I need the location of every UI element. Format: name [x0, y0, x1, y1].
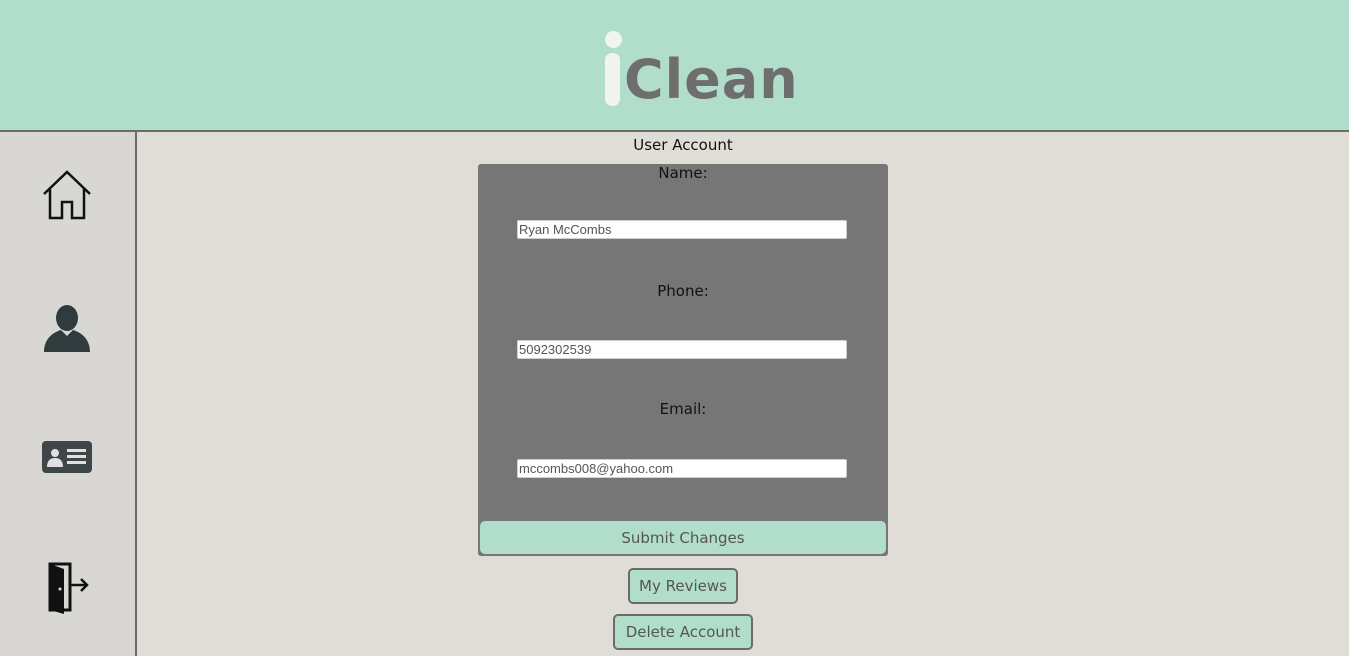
account-form: Name: Phone: Email: Submit Changes [478, 164, 888, 556]
phone-field[interactable] [517, 340, 847, 359]
logo-i-dot [605, 31, 622, 48]
sidebar-item-logout[interactable] [38, 560, 96, 618]
phone-label: Phone: [657, 282, 709, 300]
submit-changes-button[interactable]: Submit Changes [480, 521, 886, 554]
iclean-logo[interactable]: Clean [600, 22, 798, 114]
app-header: Clean [0, 0, 1349, 132]
page-title: User Account [633, 136, 733, 154]
logout-door-icon [40, 560, 94, 618]
sidebar-nav [0, 132, 137, 656]
sidebar-item-home[interactable] [38, 168, 96, 226]
user-icon [40, 300, 94, 358]
name-field[interactable] [517, 220, 847, 239]
home-icon [40, 168, 94, 226]
sidebar-item-account[interactable] [38, 300, 96, 358]
id-card-icon [40, 437, 94, 481]
main-content: User Account Name: Phone: Email: Submit … [137, 132, 1349, 656]
email-field[interactable] [517, 459, 847, 478]
name-label: Name: [658, 164, 708, 182]
sidebar-item-profile-card[interactable] [38, 430, 96, 488]
my-reviews-button[interactable]: My Reviews [628, 568, 738, 604]
logo-text: Clean [624, 48, 799, 111]
email-label: Email: [659, 400, 707, 418]
logo-i-stem [605, 53, 620, 106]
delete-account-button[interactable]: Delete Account [613, 614, 753, 650]
